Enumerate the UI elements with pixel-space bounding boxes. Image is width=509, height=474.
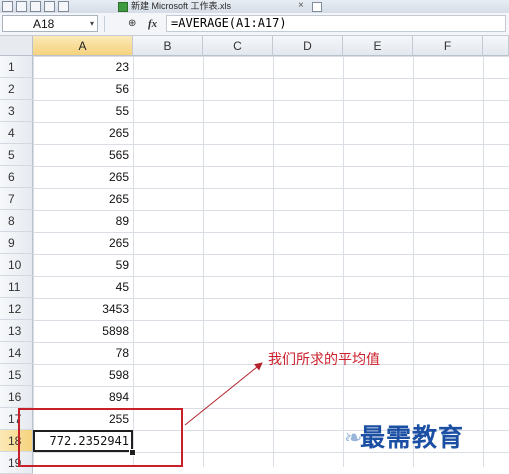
watermark-text: 最需教育 [360, 423, 465, 452]
cell-a10[interactable]: 59 [33, 254, 133, 276]
quick-access-icon[interactable] [2, 1, 13, 12]
column-header-f[interactable]: F [413, 36, 483, 56]
chevron-down-icon[interactable]: ▾ [90, 17, 94, 31]
cell-a11[interactable]: 45 [33, 276, 133, 298]
cell-a16[interactable]: 894 [33, 386, 133, 408]
cell-a1[interactable]: 23 [33, 56, 133, 78]
divider [104, 16, 105, 32]
function-icon[interactable]: fx [148, 15, 157, 33]
quick-access-icon[interactable] [16, 1, 27, 12]
leaf-icon: ❧ [344, 425, 363, 450]
column-header-b[interactable]: B [133, 36, 203, 56]
close-tab-icon[interactable]: × [298, 0, 304, 12]
row-header[interactable]: 9 [0, 232, 33, 254]
cell-a14[interactable]: 78 [33, 342, 133, 364]
row-header[interactable]: 2 [0, 78, 33, 100]
row-header[interactable]: 16 [0, 386, 33, 408]
name-box[interactable]: A18 ▾ [2, 15, 98, 32]
row-header[interactable]: 11 [0, 276, 33, 298]
select-all-corner[interactable] [0, 36, 33, 56]
row-header[interactable]: 6 [0, 166, 33, 188]
gridline [273, 56, 274, 467]
cell-a2[interactable]: 56 [33, 78, 133, 100]
watermark-logo: ❧ 最需教育 [344, 421, 465, 455]
row-header[interactable]: 8 [0, 210, 33, 232]
row-header[interactable]: 5 [0, 144, 33, 166]
gridline [203, 56, 204, 467]
column-header-e[interactable]: E [343, 36, 413, 56]
row-header[interactable]: 7 [0, 188, 33, 210]
new-tab-icon[interactable] [312, 2, 322, 12]
cell-a15[interactable]: 598 [33, 364, 133, 386]
formula-bar: A18 ▾ ⊕ fx =AVERAGE(A1:A17) [0, 13, 509, 36]
quick-access-icon[interactable] [44, 1, 55, 12]
cell-a12[interactable]: 3453 [33, 298, 133, 320]
cell-a13[interactable]: 5898 [33, 320, 133, 342]
row-header[interactable]: 13 [0, 320, 33, 342]
row-header[interactable]: 12 [0, 298, 33, 320]
title-strip: 新建 Microsoft 工作表.xls × [0, 0, 509, 14]
row-header[interactable]: 10 [0, 254, 33, 276]
cell-a8[interactable]: 89 [33, 210, 133, 232]
annotation-label: 我们所求的平均值 [268, 352, 380, 368]
highlight-box [18, 408, 183, 467]
zoom-icon[interactable]: ⊕ [128, 15, 136, 33]
name-box-value: A18 [33, 17, 55, 31]
cell-a3[interactable]: 55 [33, 100, 133, 122]
column-header-c[interactable]: C [203, 36, 273, 56]
column-header-d[interactable]: D [273, 36, 343, 56]
cell-a9[interactable]: 265 [33, 232, 133, 254]
quick-access-icon[interactable] [58, 1, 69, 12]
formula-input[interactable]: =AVERAGE(A1:A17) [166, 15, 506, 32]
row-header[interactable]: 15 [0, 364, 33, 386]
gridline [343, 56, 344, 467]
column-header-a[interactable]: A [33, 36, 133, 56]
column-header-row: A B C D E F [0, 36, 509, 56]
cell-a5[interactable]: 565 [33, 144, 133, 166]
cell-a6[interactable]: 265 [33, 166, 133, 188]
gridline [483, 56, 484, 467]
document-tab-title[interactable]: 新建 Microsoft 工作表.xls [131, 0, 291, 12]
row-header[interactable]: 3 [0, 100, 33, 122]
spreadsheet-file-icon [118, 2, 128, 12]
gridline [133, 56, 134, 467]
row-header[interactable]: 1 [0, 56, 33, 78]
quick-access-icon[interactable] [30, 1, 41, 12]
row-header[interactable]: 4 [0, 122, 33, 144]
cell-a7[interactable]: 265 [33, 188, 133, 210]
cell-a4[interactable]: 265 [33, 122, 133, 144]
row-header[interactable]: 14 [0, 342, 33, 364]
column-header-g[interactable] [483, 36, 509, 56]
gridline [413, 56, 414, 467]
